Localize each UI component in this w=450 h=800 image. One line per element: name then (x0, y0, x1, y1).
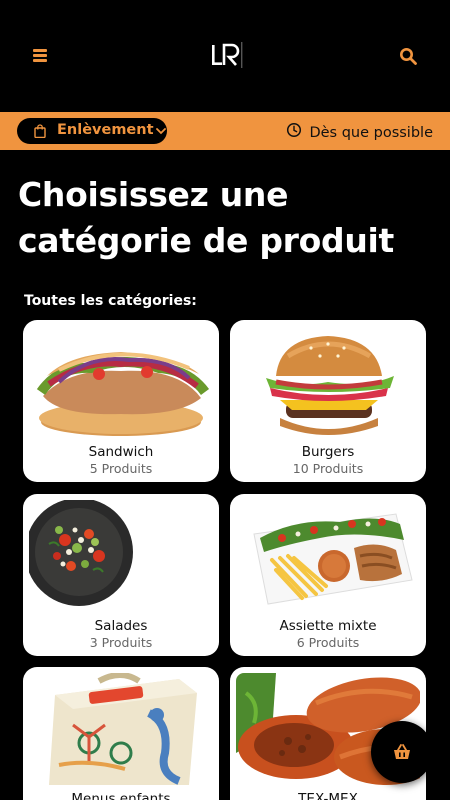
category-name: Menus enfants (71, 791, 171, 800)
page-title: Choisissez une catégorie de produit (18, 175, 394, 260)
burger-image (236, 326, 420, 440)
category-card-salades[interactable]: Salades 3 Produits (23, 494, 219, 656)
category-card-menus-enfants[interactable]: Menus enfants (23, 667, 219, 800)
search-icon[interactable] (399, 47, 417, 65)
order-mode-label: Enlèvement (57, 122, 154, 138)
order-mode-selector[interactable]: Enlèvement (17, 118, 167, 144)
category-product-count: 3 Produits (89, 635, 153, 650)
category-product-count: 6 Produits (296, 635, 360, 650)
pickup-time-label: Dès que possible (309, 125, 433, 141)
category-name: Assiette mixte (279, 618, 377, 634)
shopping-bag-icon (34, 124, 46, 138)
category-name: Burgers (301, 444, 355, 460)
sandwich-image (29, 326, 213, 440)
order-options-bar: Enlèvement Dès que possible (0, 112, 450, 150)
lr-logo-icon[interactable] (210, 42, 246, 68)
category-product-count: 5 Produits (89, 461, 153, 476)
section-label: Toutes les catégories: (24, 293, 197, 309)
category-card-burgers[interactable]: Burgers 10 Produits (230, 320, 426, 482)
category-name: Sandwich (88, 444, 154, 460)
category-name: TEX-MEX (298, 791, 358, 800)
kids-menu-box-image (29, 673, 213, 785)
cart-button[interactable] (371, 721, 433, 783)
category-card-assiette-mixte[interactable]: Assiette mixte 6 Produits (230, 494, 426, 656)
salad-image (29, 500, 213, 614)
category-name: Salades (94, 618, 148, 634)
shopping-basket-icon (394, 744, 410, 759)
pickup-time-selector[interactable]: Dès que possible (287, 122, 433, 141)
chevron-down-icon (156, 128, 166, 135)
category-product-count: 10 Produits (292, 461, 364, 476)
app-header (0, 0, 450, 112)
mixed-plate-image (236, 500, 420, 614)
category-card-sandwich[interactable]: Sandwich 5 Produits (23, 320, 219, 482)
clock-icon (287, 122, 302, 138)
hamburger-menu-icon[interactable] (33, 48, 49, 62)
